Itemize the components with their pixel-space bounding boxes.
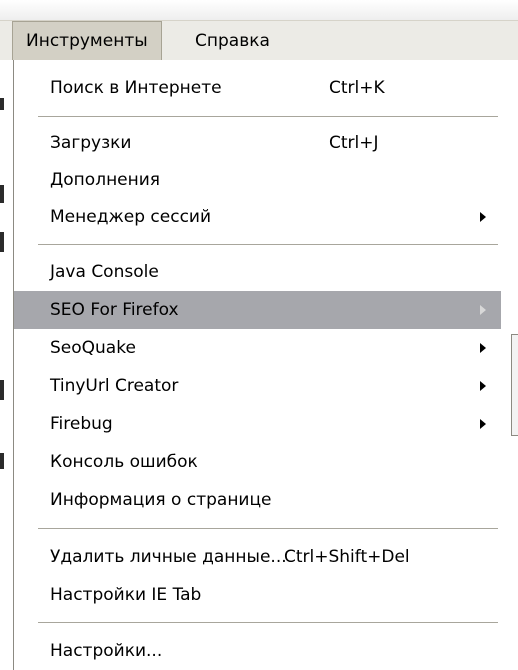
window-top-strip (0, 0, 518, 20)
menu-item-shortcut: Ctrl+K (329, 78, 385, 98)
menu-item-downloads[interactable]: Загрузки Ctrl+J (14, 124, 494, 162)
menu-item-tinyurl-creator[interactable]: TinyUrl Creator (14, 367, 494, 405)
chevron-right-icon (480, 381, 486, 391)
menu-item-java-console[interactable]: Java Console (14, 253, 494, 291)
chevron-right-icon (480, 419, 486, 429)
menu-item-label: Менеджер сессий (50, 207, 212, 227)
chevron-right-icon (480, 212, 486, 222)
menu-item-label: SeoQuake (50, 338, 136, 358)
menu-item-label: Настройки... (50, 641, 163, 661)
menu-item-page-info[interactable]: Информация о странице (14, 481, 494, 519)
tools-menu: Поиск в Интернете Ctrl+K Загрузки Ctrl+J… (13, 60, 518, 670)
menu-item-options[interactable]: Настройки... (14, 632, 494, 670)
menu-item-clear-private-data[interactable]: Удалить личные данные... Ctrl+Shift+Del (14, 538, 494, 576)
menu-item-ie-tab-settings[interactable]: Настройки IE Tab (14, 576, 494, 614)
menu-item-firebug[interactable]: Firebug (14, 405, 494, 443)
menu-item-shortcut: Ctrl+J (329, 133, 379, 153)
menu-item-label: Консоль ошибок (50, 452, 198, 472)
menu-item-addons[interactable]: Дополнения (14, 161, 494, 199)
menu-separator (38, 116, 498, 118)
menu-item-label: Информация о странице (50, 490, 272, 510)
menu-item-label: SEO For Firefox (50, 300, 179, 320)
menu-item-label: Удалить личные данные... (50, 547, 287, 567)
menu-item-shortcut: Ctrl+Shift+Del (284, 547, 410, 567)
menu-item-label: Дополнения (50, 170, 161, 190)
menu-separator (38, 622, 498, 624)
menu-item-label: Настройки IE Tab (50, 585, 202, 605)
menu-item-session-manager[interactable]: Менеджер сессий (14, 198, 494, 236)
menu-separator (38, 244, 498, 246)
menu-item-web-search[interactable]: Поиск в Интернете Ctrl+K (14, 69, 494, 107)
menubar: Инструменты Справка (0, 20, 518, 62)
menu-item-error-console[interactable]: Консоль ошибок (14, 443, 494, 481)
menubar-help[interactable]: Справка (183, 21, 282, 61)
menu-separator (38, 528, 498, 530)
window-left-edge (0, 60, 13, 670)
menu-item-seo-for-firefox[interactable]: SEO For Firefox (14, 291, 501, 329)
submenu-edge (511, 334, 518, 436)
chevron-right-icon (480, 305, 486, 315)
chevron-right-icon (480, 343, 486, 353)
menu-item-label: Поиск в Интернете (50, 78, 222, 98)
menu-item-label: Загрузки (50, 133, 132, 153)
menubar-tools[interactable]: Инструменты (12, 21, 162, 61)
menu-item-label: Java Console (50, 262, 159, 282)
menu-item-label: Firebug (50, 414, 113, 434)
menu-item-label: TinyUrl Creator (50, 376, 179, 396)
menu-item-seoquake[interactable]: SeoQuake (14, 329, 494, 367)
